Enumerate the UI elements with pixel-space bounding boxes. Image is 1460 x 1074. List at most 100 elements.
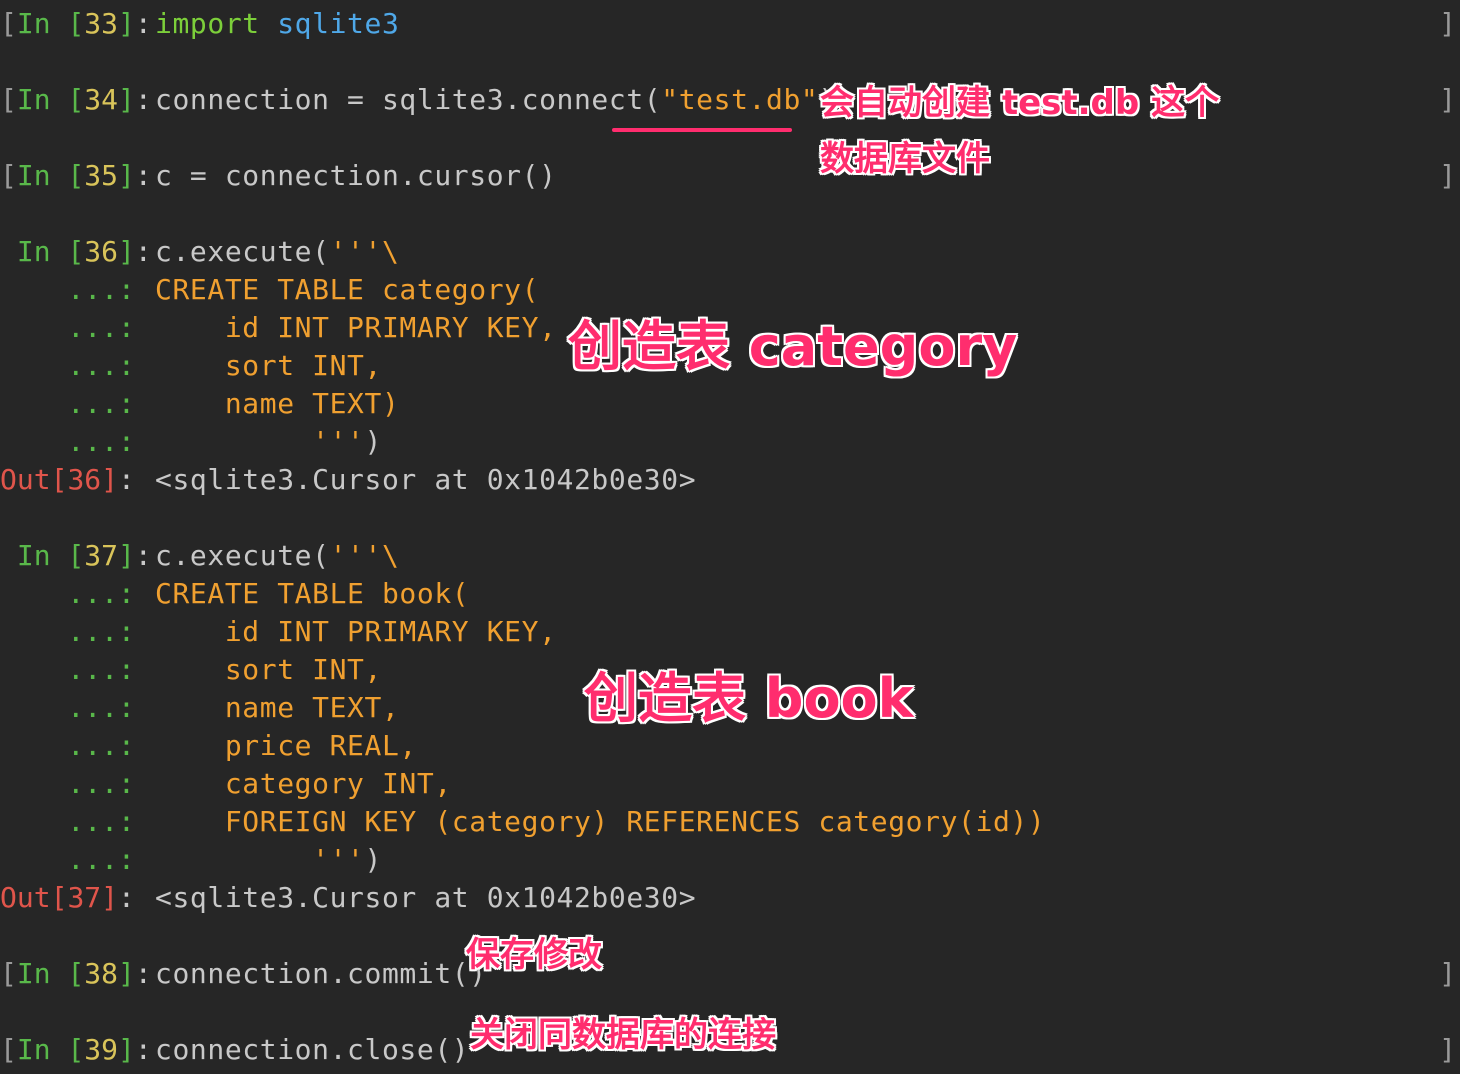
code-line[interactable]: ...: CREATE TABLE category( <box>0 271 1460 309</box>
code-text: name TEXT) <box>155 385 399 423</box>
code-token: connection = sqlite3.connect( <box>155 83 662 116</box>
code-text: category INT, <box>155 765 452 803</box>
continuation-marker: ...: <box>0 805 135 838</box>
continuation-prompt: ...: <box>0 575 150 613</box>
code-token: <sqlite3.Cursor at 0x1042b0e30> <box>155 463 697 496</box>
code-token: ''' <box>155 843 365 876</box>
continuation-prompt: ...: <box>0 841 150 879</box>
code-token: ) <box>364 425 382 458</box>
prompt-colon: : <box>134 7 152 40</box>
code-line[interactable]: Out[36]: <sqlite3.Cursor at 0x1042b0e30> <box>0 461 1460 499</box>
prompt-colon: : <box>134 159 152 192</box>
out-prompt: Out[36]: <box>0 461 150 499</box>
code-text: sort INT, <box>155 651 382 689</box>
code-text: connection.close() <box>155 1031 469 1069</box>
code-text: CREATE TABLE category( <box>155 271 539 309</box>
prompt-bracket: [ <box>67 159 85 192</box>
code-line[interactable]: ...: ''') <box>0 841 1460 879</box>
code-line[interactable]: ...: CREATE TABLE book( <box>0 575 1460 613</box>
test-db-underline <box>612 128 792 132</box>
output-text: <sqlite3.Cursor at 0x1042b0e30> <box>155 461 696 499</box>
cell-left-bracket: [ <box>0 957 17 990</box>
prompt-number: 38 <box>84 957 119 990</box>
code-line[interactable]: ...: id INT PRIMARY KEY, <box>0 613 1460 651</box>
code-line[interactable]: In [37]: c.execute('''\ <box>0 537 1460 575</box>
cell-right-bracket: ] <box>1439 7 1456 40</box>
code-token: "test.db" <box>661 83 819 116</box>
in-prompt: [In [34]: <box>0 81 152 119</box>
prompt-number: 36 <box>84 235 119 268</box>
code-token: category INT, <box>155 767 452 800</box>
code-line[interactable]: ...: ''') <box>0 423 1460 461</box>
annotation-create-book: 创造表 book <box>584 667 914 730</box>
code-line[interactable]: ...: category INT, <box>0 765 1460 803</box>
ipython-terminal[interactable]: [In [33]: import sqlite3] [In [34]: connect… <box>0 0 1460 1074</box>
prompt-colon: : <box>134 539 152 572</box>
code-token: id INT PRIMARY KEY, <box>155 311 557 344</box>
prompt-label: In <box>16 7 68 40</box>
code-token: sqlite3 <box>277 7 400 40</box>
continuation-prompt: ...: <box>0 347 150 385</box>
code-text: c = connection.cursor() <box>155 157 557 195</box>
annotation-commit: 保存修改 <box>466 935 602 975</box>
prompt-bracket: [ <box>67 1033 85 1066</box>
annotation-connect-line1: 会自动创建 test.db 这个 <box>820 83 1220 123</box>
code-token: price REAL, <box>155 729 417 762</box>
code-text: ''') <box>155 841 382 879</box>
in-prompt: In [37]: <box>0 537 152 575</box>
prompt-bracket: [ <box>50 881 68 914</box>
continuation-prompt: ...: <box>0 803 150 841</box>
cell-left-bracket: [ <box>0 83 17 116</box>
code-line[interactable]: [In [33]: import sqlite3] <box>0 5 1460 43</box>
annotation-create-category: 创造表 category <box>568 315 1018 378</box>
code-token: id INT PRIMARY KEY, <box>155 615 557 648</box>
code-line[interactable]: [In [34]: connection = sqlite3.connect("t… <box>0 81 1460 119</box>
continuation-marker: ...: <box>0 349 135 382</box>
code-token: <sqlite3.Cursor at 0x1042b0e30> <box>155 881 697 914</box>
in-prompt: [In [39]: <box>0 1031 152 1069</box>
code-text: name TEXT, <box>155 689 399 727</box>
code-text: price REAL, <box>155 727 417 765</box>
prompt-colon: : <box>118 463 135 496</box>
continuation-prompt: ...: <box>0 423 150 461</box>
code-token: CREATE TABLE category( <box>155 273 540 306</box>
prompt-bracket: [ <box>67 539 85 572</box>
code-token: ) <box>364 843 382 876</box>
continuation-marker: ...: <box>0 691 135 724</box>
code-token: c = connection.cursor() <box>155 159 557 192</box>
prompt-bracket: ] <box>118 957 135 990</box>
code-text: c.execute('''\ <box>155 233 399 271</box>
code-line[interactable]: ...: name TEXT) <box>0 385 1460 423</box>
prompt-bracket: ] <box>101 463 119 496</box>
prompt-bracket: [ <box>50 463 68 496</box>
cell-left-bracket: [ <box>0 1033 17 1066</box>
cell-right-bracket: ] <box>1439 1033 1456 1066</box>
code-token: name TEXT, <box>155 691 400 724</box>
in-prompt: In [36]: <box>0 233 152 271</box>
continuation-prompt: ...: <box>0 651 150 689</box>
code-text: connection = sqlite3.connect("test.db") <box>155 81 836 119</box>
code-line[interactable]: [In [35]: c = connection.cursor()] <box>0 157 1460 195</box>
code-token: c.execute( <box>155 235 330 268</box>
prompt-label: In <box>16 1033 68 1066</box>
cell-right-bracket: ] <box>1439 159 1456 192</box>
cell-left-bracket: [ <box>0 159 17 192</box>
code-token: connection.commit() <box>155 957 487 990</box>
code-line[interactable]: ...: FOREIGN KEY (category) REFERENCES c… <box>0 803 1460 841</box>
prompt-number: 35 <box>84 159 119 192</box>
prompt-number: 33 <box>84 7 119 40</box>
prompt-bracket: ] <box>118 83 135 116</box>
code-line[interactable]: In [36]: c.execute('''\ <box>0 233 1460 271</box>
prompt-label: In <box>16 539 68 572</box>
code-line[interactable]: Out[37]: <sqlite3.Cursor at 0x1042b0e30> <box>0 879 1460 917</box>
prompt-bracket: ] <box>118 159 135 192</box>
continuation-marker: ...: <box>0 843 135 876</box>
cell-left-bracket: [ <box>0 7 17 40</box>
code-line[interactable]: [In [38]: connection.commit()] <box>0 955 1460 993</box>
code-token: c.execute( <box>155 539 330 572</box>
prompt-label: Out <box>0 463 51 496</box>
continuation-prompt: ...: <box>0 727 150 765</box>
prompt-label: In <box>16 235 68 268</box>
code-token: sort INT, <box>155 653 382 686</box>
code-token: name TEXT) <box>155 387 400 420</box>
